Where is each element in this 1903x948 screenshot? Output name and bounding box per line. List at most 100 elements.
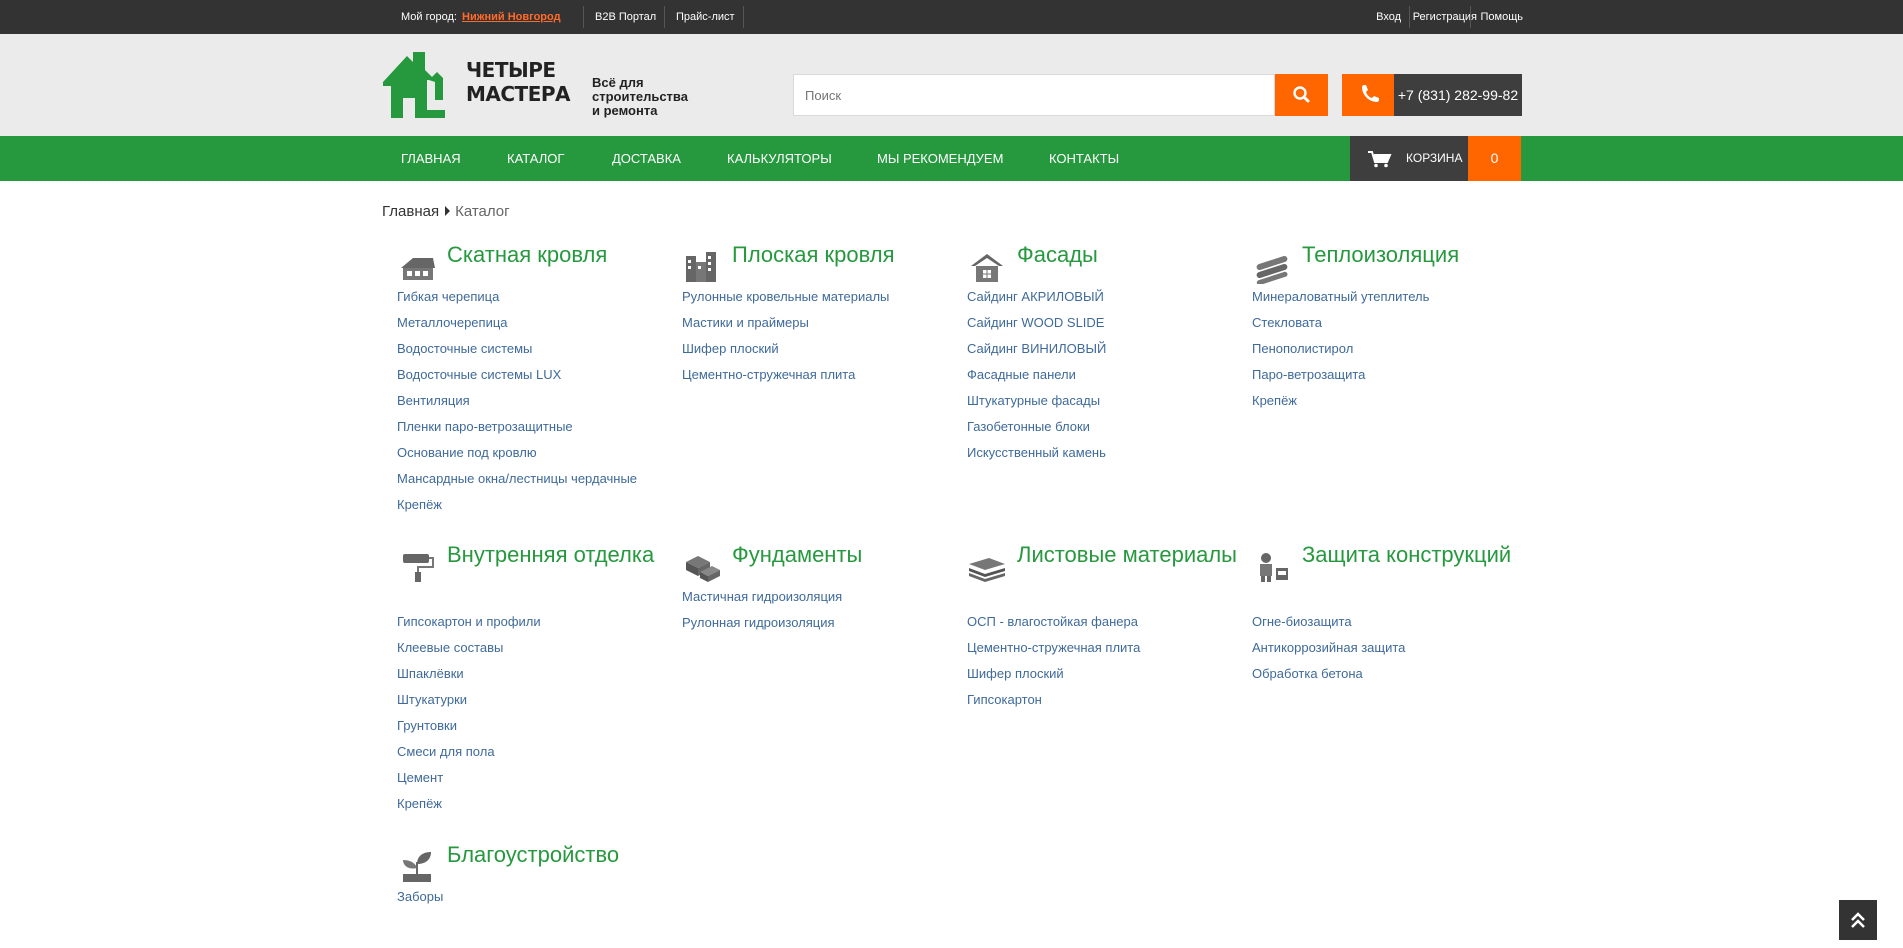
category-link[interactable]: Вентиляция <box>397 388 637 414</box>
category-link[interactable]: Цемент <box>397 765 541 791</box>
category-link[interactable]: Сайдинг WOOD SLIDE <box>967 310 1106 336</box>
category-link[interactable]: Рулонная гидроизоляция <box>682 610 842 636</box>
category-link[interactable]: Гибкая черепица <box>397 284 637 310</box>
category-link[interactable]: Фасадные панели <box>967 362 1106 388</box>
category-title[interactable]: Защита конструкций <box>1302 542 1522 567</box>
city-selector-link[interactable]: Нижний Новгород <box>462 0 561 34</box>
category-link[interactable]: Сайдинг АКРИЛОВЫЙ <box>967 284 1106 310</box>
category-link[interactable]: Огне-биозащита <box>1252 609 1405 635</box>
category-link[interactable]: Металлочерепица <box>397 310 637 336</box>
category-title[interactable]: Фундаменты <box>732 542 952 567</box>
register-link[interactable]: Регистрация <box>1413 0 1477 34</box>
category-link[interactable]: Стекловата <box>1252 310 1429 336</box>
city-label: Мой город: <box>401 11 457 23</box>
category-link[interactable]: Гипсокартон и профили <box>397 609 541 635</box>
category-link[interactable]: Крепёж <box>397 492 637 518</box>
divider <box>583 6 584 28</box>
category-link[interactable]: Клеевые составы <box>397 635 541 661</box>
category-link[interactable]: Обработка бетона <box>1252 661 1405 687</box>
divider <box>664 6 665 28</box>
category-link[interactable]: Крепёж <box>1252 388 1429 414</box>
search-icon <box>1293 86 1310 103</box>
nav-item-recommend[interactable]: Мы рекомендуем <box>877 136 1003 181</box>
call-button[interactable] <box>1342 74 1394 116</box>
category-link[interactable]: Сайдинг ВИНИЛОВЫЙ <box>967 336 1106 362</box>
scroll-to-top-button[interactable] <box>1839 900 1877 940</box>
category-link[interactable]: Шифер плоский <box>967 661 1140 687</box>
login-link[interactable]: Вход <box>1376 0 1401 34</box>
category-link[interactable]: Смеси для пола <box>397 739 541 765</box>
buildings-icon <box>686 252 716 282</box>
category-link[interactable]: Газобетонные блоки <box>967 414 1106 440</box>
worker-bucket-icon <box>1260 553 1288 582</box>
breadcrumb: Главная Каталог <box>382 203 510 220</box>
phone-number[interactable]: +7 (831) 282-99-82 <box>1394 74 1522 116</box>
category-link[interactable]: Водосточные системы <box>397 336 637 362</box>
category-title[interactable]: Внутренняя отделка <box>447 542 667 567</box>
category-link[interactable]: Мастики и праймеры <box>682 310 889 336</box>
category-link[interactable]: Пленки паро-ветрозащитные <box>397 414 637 440</box>
nav-item-delivery[interactable]: Доставка <box>612 136 681 181</box>
category-title[interactable]: Скатная кровля <box>447 242 667 267</box>
category-link[interactable]: Минераловатный утеплитель <box>1252 284 1429 310</box>
header: ЧЕТЫРЕ МАСТЕРА Всё для строительства и р… <box>0 34 1903 136</box>
insulation-rolls-icon <box>1256 255 1288 284</box>
slogan: Всё для строительства и ремонта <box>592 76 688 118</box>
nav-item-calculators[interactable]: Калькуляторы <box>727 136 832 181</box>
cart-label: Корзина <box>1406 151 1463 165</box>
b2b-portal-link[interactable]: B2B Портал <box>595 0 656 34</box>
category-link[interactable]: Штукатурки <box>397 687 541 713</box>
logo-line-2: МАСТЕРА <box>466 82 571 106</box>
category-link[interactable]: Грунтовки <box>397 713 541 739</box>
help-link[interactable]: Помощь <box>1481 0 1524 34</box>
category-link[interactable]: Гипсокартон <box>967 687 1140 713</box>
divider <box>1409 6 1410 28</box>
category-title[interactable]: Листовые материалы <box>1017 542 1237 567</box>
search-box <box>793 74 1328 116</box>
category-link[interactable]: Паро-ветрозащита <box>1252 362 1429 388</box>
divider <box>743 6 744 28</box>
slogan-line: и ремонта <box>592 103 658 118</box>
category-link[interactable]: Шпаклёвки <box>397 661 541 687</box>
category-link[interactable]: Рулонные кровельные материалы <box>682 284 889 310</box>
nav-item-catalog[interactable]: Каталог <box>507 136 564 181</box>
logo[interactable]: ЧЕТЫРЕ МАСТЕРА <box>383 52 573 118</box>
phone-icon <box>1362 85 1379 102</box>
category-link[interactable]: Цементно-стружечная плита <box>967 635 1140 661</box>
cart-button[interactable]: Корзина <box>1350 136 1468 181</box>
paint-roller-icon <box>403 554 434 582</box>
category-title[interactable]: Плоская кровля <box>732 242 952 267</box>
category-title[interactable]: Благоустройство <box>447 842 667 867</box>
category-link[interactable]: Шифер плоский <box>682 336 889 362</box>
breadcrumb-home[interactable]: Главная <box>382 203 439 220</box>
category-title[interactable]: Фасады <box>1017 242 1237 267</box>
main-nav: Главная Каталог Доставка Калькуляторы Мы… <box>0 136 1903 181</box>
category-link[interactable]: Антикоррозийная защита <box>1252 635 1405 661</box>
category-link[interactable]: Водосточные системы LUX <box>397 362 637 388</box>
category-title[interactable]: Теплоизоляция <box>1302 242 1522 267</box>
category-link[interactable]: Штукатурные фасады <box>967 388 1106 414</box>
cart-icon <box>1368 151 1392 168</box>
category-link[interactable]: Заборы <box>397 884 443 910</box>
divider <box>1470 6 1471 28</box>
slogan-line: Всё для <box>592 75 644 90</box>
logo-line-1: ЧЕТЫРЕ <box>466 58 556 82</box>
search-button[interactable] <box>1275 74 1328 116</box>
category-link[interactable]: Крепёж <box>397 791 541 817</box>
category-link[interactable]: Мастичная гидроизоляция <box>682 584 842 610</box>
nav-item-home[interactable]: Главная <box>401 136 461 181</box>
price-list-link[interactable]: Прайс-лист <box>676 0 735 34</box>
double-chevron-up-icon <box>1851 912 1865 928</box>
sprout-icon <box>403 852 431 882</box>
category-link[interactable]: Цементно-стружечная плита <box>682 362 889 388</box>
nav-item-contacts[interactable]: Контакты <box>1049 136 1119 181</box>
category-link[interactable]: Мансардные окна/лестницы чердачные <box>397 466 637 492</box>
category-link[interactable]: Основание под кровлю <box>397 440 637 466</box>
top-bar: Мой город: Нижний Новгород B2B Портал Пр… <box>0 0 1903 34</box>
category-link[interactable]: Искусственный камень <box>967 440 1106 466</box>
category-link[interactable]: Пенополистирол <box>1252 336 1429 362</box>
breadcrumb-current: Каталог <box>455 203 510 220</box>
cart-count[interactable]: 0 <box>1468 136 1521 181</box>
category-link[interactable]: ОСП - влагостойкая фанера <box>967 609 1140 635</box>
search-input[interactable] <box>793 74 1275 116</box>
